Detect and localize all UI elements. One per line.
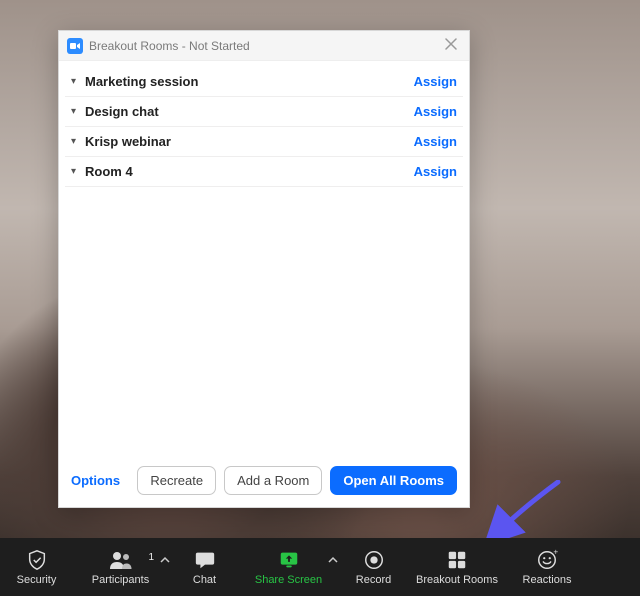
open-all-rooms-button[interactable]: Open All Rooms: [330, 466, 457, 495]
room-row[interactable]: ▾ Design chat Assign: [65, 97, 463, 127]
dialog-titlebar: Breakout Rooms - Not Started: [59, 31, 469, 61]
record-icon: [363, 549, 385, 571]
room-name: Room 4: [85, 164, 414, 179]
assign-link[interactable]: Assign: [414, 74, 457, 89]
room-list: ▾ Marketing session Assign ▾ Design chat…: [59, 61, 469, 187]
close-icon[interactable]: [441, 34, 461, 57]
reactions-icon: +: [536, 549, 558, 571]
add-room-button[interactable]: Add a Room: [224, 466, 322, 495]
caret-down-icon: ▾: [71, 166, 85, 177]
shield-icon: [26, 549, 48, 571]
toolbar-label: Chat: [193, 574, 216, 586]
chat-button[interactable]: Chat: [172, 549, 237, 586]
breakout-rooms-icon: [446, 549, 468, 571]
participants-count: 1: [148, 552, 154, 563]
participants-button[interactable]: 1 Participants: [69, 549, 172, 586]
security-button[interactable]: Security: [4, 549, 69, 586]
breakout-rooms-dialog: Breakout Rooms - Not Started ▾ Marketing…: [58, 30, 470, 508]
toolbar-label: Reactions: [523, 574, 572, 586]
zoom-app-icon: [67, 38, 83, 54]
chevron-up-icon[interactable]: [328, 555, 338, 565]
toolbar-label: Breakout Rooms: [416, 574, 498, 586]
toolbar-label: Record: [356, 574, 391, 586]
dialog-title: Breakout Rooms - Not Started: [89, 39, 435, 53]
assign-link[interactable]: Assign: [414, 104, 457, 119]
room-row[interactable]: ▾ Room 4 Assign: [65, 157, 463, 187]
record-button[interactable]: Record: [340, 549, 407, 586]
chat-icon: [194, 549, 216, 571]
assign-link[interactable]: Assign: [414, 164, 457, 179]
recreate-button[interactable]: Recreate: [137, 466, 216, 495]
room-name: Marketing session: [85, 74, 414, 89]
svg-text:+: +: [553, 549, 558, 557]
options-button[interactable]: Options: [71, 473, 120, 488]
caret-down-icon: ▾: [71, 106, 85, 117]
toolbar-label: Security: [17, 574, 57, 586]
caret-down-icon: ▾: [71, 136, 85, 147]
room-name: Design chat: [85, 104, 414, 119]
toolbar-label: Participants: [92, 574, 149, 586]
toolbar-label: Share Screen: [255, 574, 322, 586]
dialog-footer: Options Recreate Add a Room Open All Roo…: [59, 456, 469, 507]
participants-icon: [108, 549, 134, 571]
meeting-toolbar: Security 1 Participants Chat: [0, 538, 640, 596]
chevron-up-icon[interactable]: [160, 555, 170, 565]
assign-link[interactable]: Assign: [414, 134, 457, 149]
caret-down-icon: ▾: [71, 76, 85, 87]
breakout-rooms-button[interactable]: Breakout Rooms: [407, 549, 507, 586]
room-name: Krisp webinar: [85, 134, 414, 149]
room-row[interactable]: ▾ Krisp webinar Assign: [65, 127, 463, 157]
room-row[interactable]: ▾ Marketing session Assign: [65, 67, 463, 97]
share-screen-icon: [278, 549, 300, 571]
video-background: Breakout Rooms - Not Started ▾ Marketing…: [0, 0, 640, 596]
reactions-button[interactable]: + Reactions: [507, 549, 587, 586]
share-screen-button[interactable]: Share Screen: [237, 549, 340, 586]
